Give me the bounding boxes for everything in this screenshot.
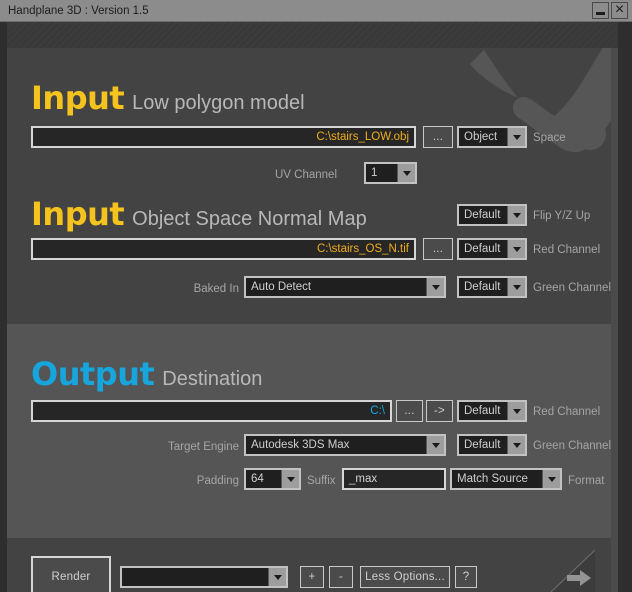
output-browse-button[interactable]: ... [396,400,423,422]
format-value: Match Source [457,473,528,485]
left-gutter [0,22,7,592]
green-channel-output-value: Default [464,439,501,451]
chevron-down-icon[interactable] [426,278,444,296]
uv-channel-value: 1 [371,167,378,179]
red-channel-input-dropdown[interactable]: Default [457,238,527,260]
input-normal-map-subtitle: Object Space Normal Map [132,208,367,230]
content-area: Input Low polygon model C:\stairs_LOW.obj… [7,48,611,592]
low-poly-browse-button[interactable]: ... [423,126,453,148]
chevron-down-icon[interactable] [507,240,525,258]
close-icon: × [614,1,625,18]
flip-yz-up-dropdown[interactable]: Default [457,204,527,226]
chevron-down-icon[interactable] [507,206,525,224]
suffix-value: _max [349,473,378,485]
minimize-button[interactable] [592,2,609,19]
chevron-down-icon[interactable] [281,470,299,488]
red-channel-output-dropdown[interactable]: Default [457,400,527,422]
close-button[interactable]: × [611,2,628,19]
output-title: Output [31,355,155,393]
padding-dropdown[interactable]: 64 [244,468,301,490]
flip-yz-up-label: Flip Y/Z Up [533,210,591,222]
baked-in-dropdown[interactable]: Auto Detect [244,276,446,298]
baked-in-value: Auto Detect [251,281,312,293]
baked-in-label: Baked In [193,283,239,295]
input-normal-map-title: Input [31,195,125,233]
suffix-label: Suffix [307,475,336,487]
input-normal-map-heading: Input Object Space Normal Map [31,198,367,230]
chevron-down-icon[interactable] [507,436,525,454]
title-bar: Handplane 3D : Version 1.5 × [0,0,632,22]
chevron-down-icon[interactable] [397,164,415,182]
uv-channel-dropdown[interactable]: 1 [364,162,417,184]
output-path-value: C:\ [370,405,385,417]
red-channel-input-label: Red Channel [533,244,601,256]
red-channel-output-value: Default [464,405,501,417]
remove-preset-button[interactable]: - [329,566,353,588]
space-dropdown-value: Object [464,131,498,143]
normal-map-path-value: C:\stairs_OS_N.tif [316,243,409,255]
input-low-poly-heading: Input Low polygon model [31,82,305,114]
chevron-down-icon[interactable] [507,128,525,146]
low-poly-path-value: C:\stairs_LOW.obj [316,131,409,143]
output-path-input[interactable]: C:\ [31,400,392,422]
target-engine-dropdown[interactable]: Autodesk 3DS Max [244,434,446,456]
chevron-down-icon[interactable] [268,568,286,586]
window-controls: × [592,2,628,19]
add-preset-button[interactable]: + [300,566,324,588]
low-poly-path-input[interactable]: C:\stairs_LOW.obj [31,126,416,148]
output-subtitle: Destination [162,368,263,390]
handplane-window: Handplane 3D : Version 1.5 × Input Low p… [0,0,632,592]
red-channel-output-label: Red Channel [533,406,601,418]
format-dropdown[interactable]: Match Source [450,468,562,490]
minimize-icon [596,12,605,15]
target-engine-label: Target Engine [168,441,239,453]
chevron-down-icon[interactable] [507,402,525,420]
green-channel-input-dropdown[interactable]: Default [457,276,527,298]
output-heading: Output Destination [31,358,262,390]
output-open-folder-button[interactable]: -> [426,400,453,422]
format-label: Format [568,475,605,487]
right-gutter [618,22,632,592]
flip-yz-up-value: Default [464,209,501,221]
top-hatch-strip [7,22,618,48]
input-low-poly-title: Input [31,79,125,117]
green-channel-input-value: Default [464,281,501,293]
less-options-button[interactable]: Less Options... [360,566,450,588]
chevron-down-icon[interactable] [542,470,560,488]
space-label: Space [533,132,566,144]
input-low-poly-subtitle: Low polygon model [132,92,305,114]
preset-dropdown[interactable] [120,566,288,588]
padding-label: Padding [196,475,239,487]
chevron-down-icon[interactable] [426,436,444,454]
green-channel-output-label: Green Channel [533,440,611,452]
green-channel-input-label: Green Channel [533,282,611,294]
green-channel-output-dropdown[interactable]: Default [457,434,527,456]
normal-map-browse-button[interactable]: ... [423,238,453,260]
target-engine-value: Autodesk 3DS Max [251,439,350,451]
chevron-down-icon[interactable] [507,278,525,296]
space-dropdown[interactable]: Object [457,126,527,148]
suffix-input[interactable]: _max [342,468,446,490]
normal-map-path-input[interactable]: C:\stairs_OS_N.tif [31,238,416,260]
render-button[interactable]: Render [31,556,111,592]
window-frame: Input Low polygon model C:\stairs_LOW.obj… [0,22,632,592]
help-button[interactable]: ? [455,566,477,588]
window-title: Handplane 3D : Version 1.5 [8,5,149,17]
padding-value: 64 [251,473,264,485]
red-channel-input-value: Default [464,243,501,255]
uv-channel-label: UV Channel [274,169,337,181]
